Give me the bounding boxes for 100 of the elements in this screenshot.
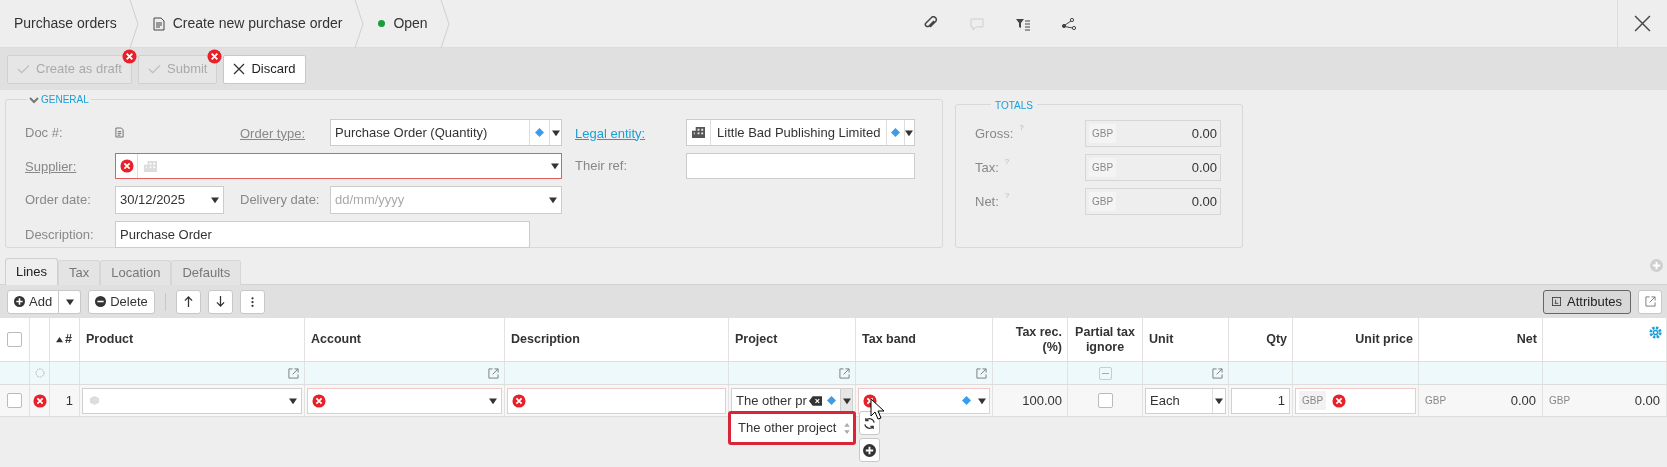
breadcrumb[interactable]: Purchase orders xyxy=(14,13,117,34)
unit-select[interactable]: Each xyxy=(1145,387,1226,414)
amount-field: GBP 0.00 xyxy=(1085,188,1221,215)
error-icon xyxy=(312,393,326,408)
column-header[interactable]: Tax rec. (%) xyxy=(993,324,1062,355)
select-all-checkbox[interactable] xyxy=(7,332,22,347)
column-header[interactable]: Unit xyxy=(1149,332,1174,347)
caret-icon[interactable] xyxy=(211,196,219,204)
column-header[interactable]: # xyxy=(65,332,72,347)
add-icon xyxy=(863,443,876,457)
caret-icon[interactable] xyxy=(549,196,557,204)
column-header[interactable]: Qty xyxy=(1266,332,1287,347)
dropdown-option[interactable]: The other project xyxy=(738,418,844,438)
column-header[interactable]: Description xyxy=(511,332,580,347)
open-external-icon[interactable] xyxy=(488,367,499,379)
legal-entity-select[interactable]: Little Bad Publishing Limited xyxy=(686,119,915,146)
open-external-icon[interactable] xyxy=(976,367,987,379)
field-label: Description: xyxy=(25,225,95,244)
order-date-field[interactable]: 30/12/2025 xyxy=(115,186,224,214)
section-title: GENERAL xyxy=(41,93,89,107)
error-icon xyxy=(207,48,223,64)
pop-out-button[interactable] xyxy=(1638,289,1662,314)
move-up-button[interactable] xyxy=(175,289,201,314)
open-external-icon[interactable] xyxy=(1212,367,1223,379)
clear-filter-icon[interactable] xyxy=(1098,366,1112,380)
close-icon[interactable] xyxy=(1634,15,1651,32)
currency-code: GBP xyxy=(1425,394,1447,408)
amount-field: GBP 0.00 xyxy=(1085,154,1221,181)
more-icon xyxy=(250,295,254,308)
diamond-icon[interactable] xyxy=(891,128,900,137)
document-icon xyxy=(115,127,124,138)
open-external-icon[interactable] xyxy=(288,367,299,379)
caret-icon[interactable] xyxy=(905,128,914,137)
add-icon xyxy=(14,296,25,307)
collapse-icon[interactable] xyxy=(29,95,39,104)
spinner-arrows-icon[interactable] xyxy=(844,421,850,435)
partial-tax-checkbox[interactable] xyxy=(1097,393,1113,408)
settings-icon[interactable] xyxy=(1648,325,1663,340)
column-header[interactable]: Project xyxy=(735,332,778,347)
building-icon xyxy=(691,126,707,139)
delete-button[interactable]: Delete xyxy=(88,289,155,314)
breadcrumb[interactable]: Open xyxy=(378,13,428,34)
open-external-icon[interactable] xyxy=(839,367,850,379)
move-down-button[interactable] xyxy=(207,289,233,314)
column-header[interactable]: Product xyxy=(86,332,134,347)
column-header[interactable]: Tax band xyxy=(862,332,916,347)
workflow-icon[interactable] xyxy=(1060,15,1077,32)
document-icon xyxy=(152,16,165,31)
qty-field[interactable]: 1 xyxy=(1231,387,1290,414)
add-button[interactable]: Add xyxy=(7,289,60,314)
open-external-icon[interactable] xyxy=(1644,296,1656,307)
diamond-icon[interactable] xyxy=(961,396,971,405)
net-value: 0.00 xyxy=(1510,391,1536,410)
column-header[interactable]: Net xyxy=(1516,332,1537,347)
description-field[interactable] xyxy=(507,387,726,414)
column-header[interactable]: Unit price xyxy=(1355,332,1413,347)
breadcrumb[interactable]: Create new purchase order xyxy=(152,13,343,34)
caret-icon[interactable] xyxy=(289,396,297,405)
amount-value: 0.00 xyxy=(1634,391,1660,410)
tab[interactable]: Lines xyxy=(5,258,59,285)
error-icon xyxy=(512,393,526,408)
attributes-icon xyxy=(1552,297,1562,306)
caret-icon[interactable] xyxy=(978,396,986,405)
tab[interactable]: Tax xyxy=(58,260,101,285)
account-select[interactable] xyxy=(307,387,502,414)
action-button[interactable]: Discard xyxy=(223,54,306,84)
caret-icon[interactable] xyxy=(1215,396,1223,405)
error-icon xyxy=(32,393,47,408)
tax-band-select[interactable] xyxy=(858,387,990,414)
column-header[interactable]: Partial tax ignore xyxy=(1070,324,1140,355)
clear-icon[interactable] xyxy=(809,395,822,406)
add-menu-button[interactable] xyxy=(59,289,82,314)
caret-icon[interactable] xyxy=(489,396,497,405)
row-checkbox[interactable] xyxy=(7,393,22,408)
project-select[interactable]: The other pr xyxy=(731,387,853,414)
caret-icon[interactable] xyxy=(842,396,851,405)
error-icon xyxy=(122,48,137,64)
attributes-button[interactable]: Attributes xyxy=(1543,289,1631,314)
row-number: 1 xyxy=(65,391,73,410)
sort-icon[interactable] xyxy=(56,336,63,343)
their-ref-field[interactable] xyxy=(686,153,915,179)
section-title: TOTALS xyxy=(995,100,1033,111)
error-icon xyxy=(119,159,134,173)
diamond-icon[interactable] xyxy=(535,128,544,137)
tab[interactable]: Defaults xyxy=(171,260,242,285)
tab[interactable]: Location xyxy=(100,260,172,285)
more-button[interactable] xyxy=(239,289,265,314)
field-label: Order date: xyxy=(25,191,92,210)
field-label: Doc #: xyxy=(25,123,64,142)
column-header[interactable]: Account xyxy=(311,332,361,347)
description-field[interactable]: Purchase Order xyxy=(115,221,530,248)
amount-field: GBP 0.00 xyxy=(1085,120,1221,147)
diamond-icon[interactable] xyxy=(826,396,836,405)
caret-icon[interactable] xyxy=(551,162,559,170)
field-label: Delivery date: xyxy=(240,191,321,210)
arrow-up-icon xyxy=(183,296,193,307)
add-button[interactable] xyxy=(859,438,880,462)
caret-icon[interactable] xyxy=(65,297,74,306)
order-type-select[interactable]: Purchase Order (Quantity) xyxy=(330,119,562,146)
caret-icon[interactable] xyxy=(551,128,560,137)
